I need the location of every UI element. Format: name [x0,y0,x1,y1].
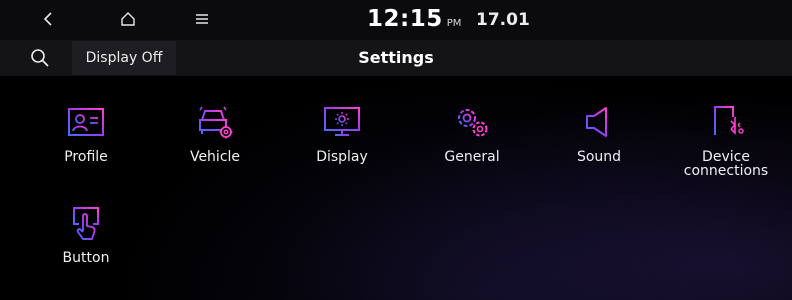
tile-device-connections[interactable]: Device connections [671,86,781,186]
header-bar: Settings Display Off [0,40,792,76]
clock-time: 12:15 [367,6,443,32]
phone-connection-icon [706,102,746,142]
tile-label: Sound [576,149,622,165]
chevron-left-icon[interactable] [34,4,62,34]
tile-label: General [444,149,500,165]
tile-label: Display [316,149,368,165]
search-icon [30,48,50,68]
tile-label: Button [62,250,110,266]
clock: 12:15 PM [367,4,461,34]
display-off-button[interactable]: Display Off [72,41,176,75]
gears-icon [452,102,492,142]
date: 17.01 [476,10,530,30]
search-button[interactable] [18,43,62,73]
hamburger-menu-icon[interactable] [190,4,214,34]
tile-label: Device connections [683,149,769,179]
touch-button-icon [66,203,106,243]
tile-general[interactable]: General [417,86,527,186]
tile-sound[interactable]: Sound [544,86,654,186]
tile-display[interactable]: Display [287,86,397,186]
tile-label: Vehicle [189,149,241,165]
display-brightness-icon [322,102,362,142]
settings-screen: 12:15 PM 17.01 Settings Display Off Prof… [0,0,792,300]
vehicle-settings-icon [195,102,235,142]
speaker-icon [579,102,619,142]
tile-button[interactable]: Button [31,187,141,287]
tile-profile[interactable]: Profile [31,86,141,186]
clock-ampm: PM [446,18,462,29]
tile-label: Profile [64,149,108,165]
status-bar: 12:15 PM 17.01 [0,0,792,40]
profile-card-icon [66,102,106,142]
tile-vehicle[interactable]: Vehicle [160,86,270,186]
home-icon[interactable] [114,4,142,34]
